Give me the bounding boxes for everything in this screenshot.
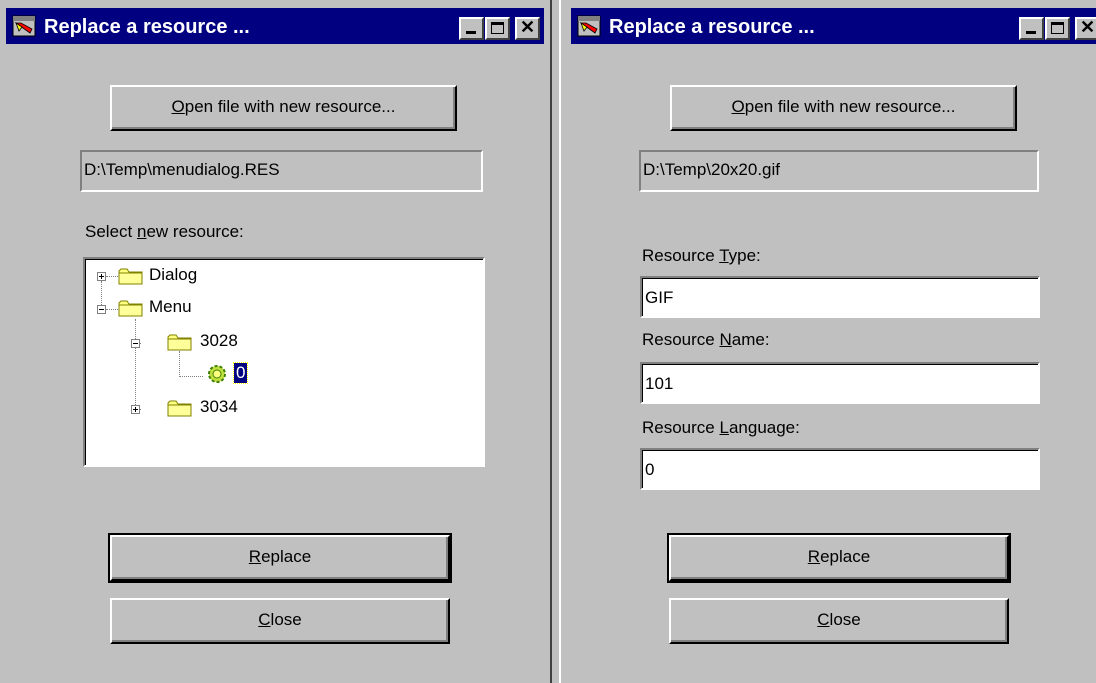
open-file-button-label: Open file with new resource... — [171, 97, 396, 116]
resource-type-input[interactable]: GIF — [640, 276, 1040, 318]
label-part: ew resource: — [146, 222, 244, 241]
close-window-button[interactable]: ✕ — [515, 17, 540, 40]
label-part: ype: — [728, 246, 761, 265]
open-file-button-label: Open file with new resource... — [731, 97, 956, 116]
replace-button[interactable]: Replace — [108, 533, 452, 583]
folder-icon — [167, 400, 192, 417]
resource-type-label: Resource Type: — [642, 246, 761, 266]
tree-item-label-selected: 0 — [232, 362, 249, 384]
folder-icon — [118, 268, 143, 285]
maximize-icon — [491, 22, 504, 34]
replace-button-label: Replace — [248, 547, 312, 566]
expand-icon[interactable] — [131, 405, 140, 414]
minimize-button[interactable] — [459, 17, 484, 40]
folder-icon — [167, 334, 192, 351]
tree-item-3028[interactable]: 3028 — [85, 330, 385, 356]
replace-button[interactable]: Replace — [667, 533, 1011, 583]
expand-icon[interactable] — [97, 272, 106, 281]
collapse-icon[interactable] — [97, 305, 106, 314]
resource-name-label: Resource Name: — [642, 330, 770, 350]
resource-tree[interactable]: Dialog Menu 3028 0 3034 — [83, 257, 485, 467]
label-part: Resource — [642, 330, 720, 349]
open-file-button[interactable]: Open file with new resource... — [670, 85, 1017, 131]
select-resource-label: Select new resource: — [85, 222, 244, 242]
tree-item-label: 3028 — [200, 331, 238, 350]
tree-item-3034[interactable]: 3034 — [85, 396, 385, 422]
label-accelerator: T — [719, 246, 729, 265]
close-window-button[interactable]: ✕ — [1075, 17, 1096, 40]
maximize-icon — [1051, 22, 1064, 34]
title-bar[interactable]: Replace a resource ... ✕ — [571, 8, 1096, 44]
close-icon: ✕ — [519, 17, 536, 37]
tree-item-label: Menu — [149, 297, 192, 316]
title-bar[interactable]: Replace a resource ... ✕ — [6, 8, 544, 44]
resource-language-label: Resource Language: — [642, 418, 800, 438]
resource-name-input[interactable]: 101 — [640, 362, 1040, 404]
label-part: ame: — [731, 330, 770, 349]
open-file-button[interactable]: Open file with new resource... — [110, 85, 457, 131]
minimize-button[interactable] — [1019, 17, 1044, 40]
replace-resource-window-left: Replace a resource ... ✕ Open file with … — [0, 0, 552, 683]
maximize-button[interactable] — [1045, 17, 1070, 40]
minimize-icon — [1026, 31, 1036, 34]
tree-item-resource-0[interactable]: 0 — [85, 362, 385, 388]
folder-icon — [118, 300, 143, 317]
tree-item-menu[interactable]: Menu — [85, 296, 385, 322]
window-gap — [552, 0, 559, 683]
gear-icon — [208, 365, 226, 383]
file-path-display: D:\Temp\menudialog.RES — [80, 150, 483, 192]
label-part: Resource — [642, 418, 720, 437]
app-icon — [577, 15, 601, 37]
label-part: anguage: — [728, 418, 800, 437]
close-icon: ✕ — [1079, 17, 1096, 37]
resource-language-input[interactable]: 0 — [640, 448, 1040, 490]
close-button-label: Close — [817, 610, 861, 629]
close-button[interactable]: Close — [669, 598, 1009, 644]
replace-resource-window-right: Replace a resource ... ✕ Open file with … — [559, 0, 1096, 683]
window-title: Replace a resource ... — [44, 16, 250, 38]
window-title: Replace a resource ... — [609, 16, 815, 38]
file-path-display: D:\Temp\20x20.gif — [639, 150, 1039, 192]
collapse-icon[interactable] — [131, 339, 140, 348]
maximize-button[interactable] — [485, 17, 510, 40]
minimize-icon — [466, 31, 476, 34]
close-button[interactable]: Close — [110, 598, 450, 644]
label-part: Select — [85, 222, 137, 241]
label-part: Resource — [642, 246, 720, 265]
label-accelerator: L — [719, 418, 729, 437]
close-button-label: Close — [258, 610, 302, 629]
replace-button-label: Replace — [807, 547, 871, 566]
app-icon — [12, 15, 36, 37]
tree-item-label: Dialog — [149, 265, 198, 284]
tree-item-dialog[interactable]: Dialog — [85, 264, 385, 290]
tree-item-label: 3034 — [200, 397, 238, 416]
label-accelerator: N — [719, 330, 732, 349]
